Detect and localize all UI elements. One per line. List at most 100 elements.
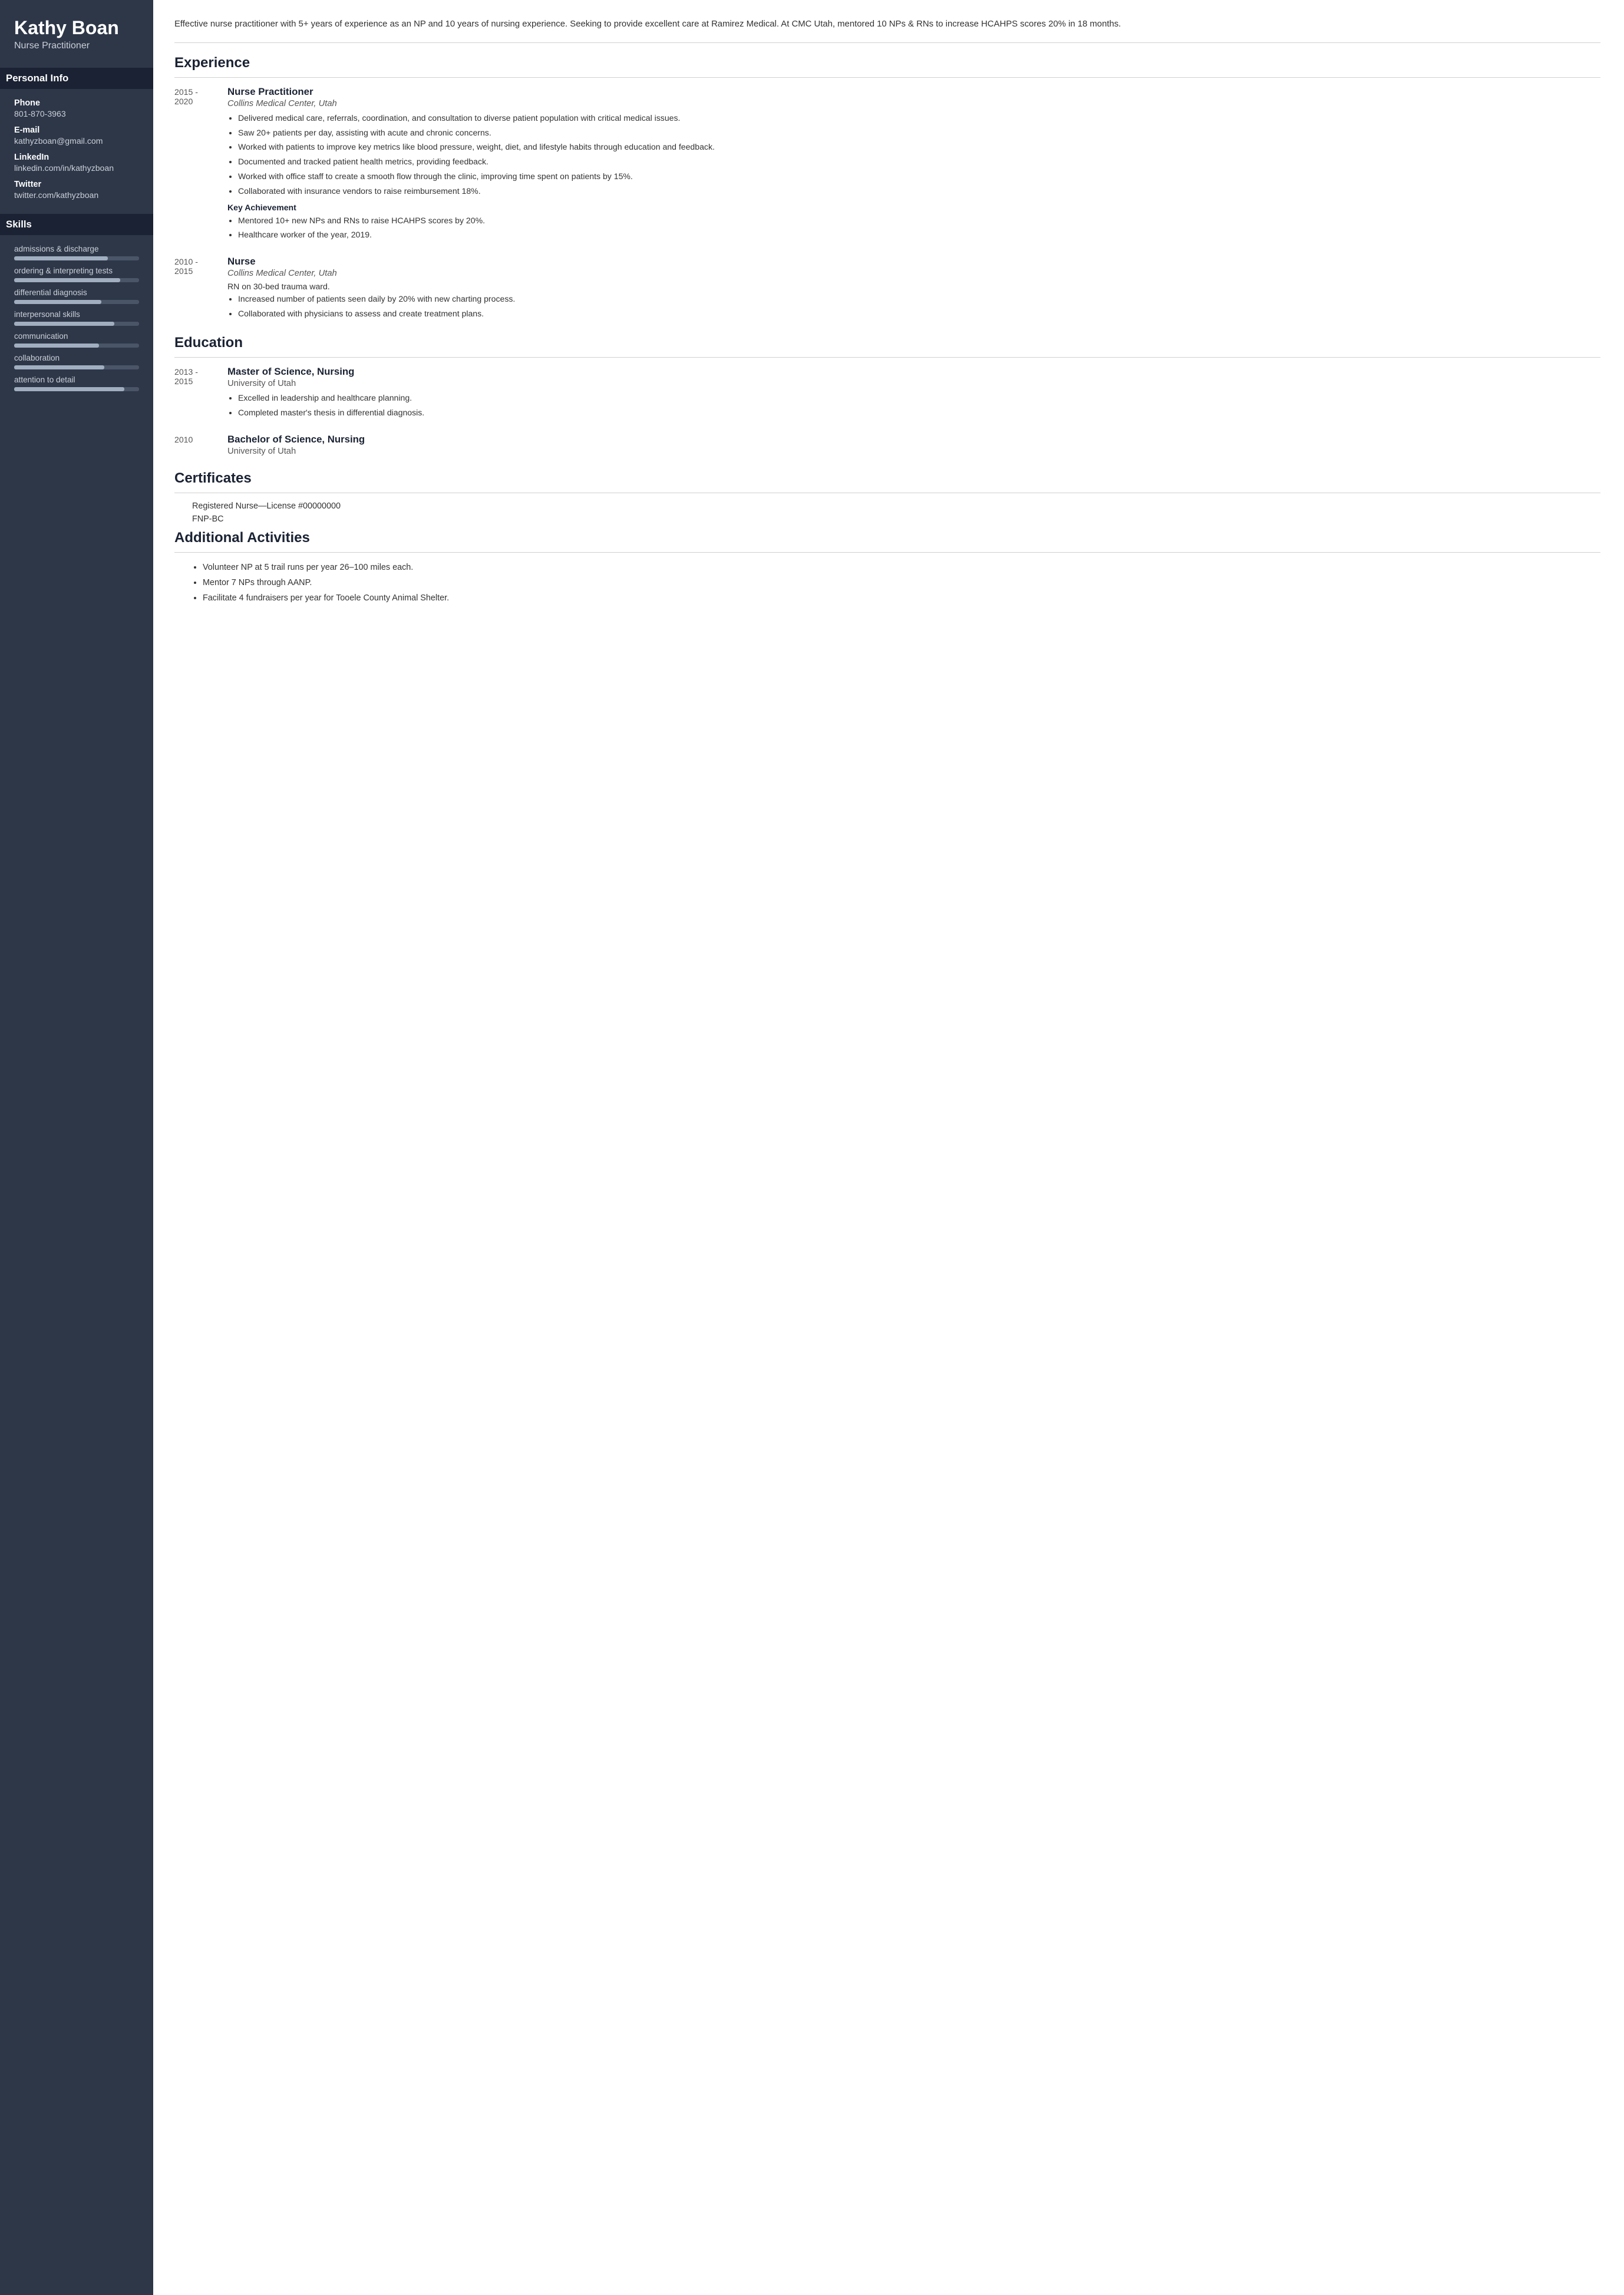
edu-degree: Master of Science, Nursing [227,366,1600,378]
key-achievement-bullets: Mentored 10+ new NPs and RNs to raise HC… [227,214,1600,242]
twitter-field: Twitter twitter.com/kathyzboan [14,180,139,200]
skill-bar-fill [14,387,124,391]
achievement-item: Healthcare worker of the year, 2019. [238,229,1600,242]
exp-bullet-item: Delivered medical care, referrals, coord… [238,112,1600,125]
twitter-value: twitter.com/kathyzboan [14,190,139,200]
exp-bullet-item: Increased number of patients seen daily … [238,293,1600,306]
experience-section-title: Experience [174,55,1600,71]
achievement-item: Mentored 10+ new NPs and RNs to raise HC… [238,214,1600,227]
twitter-label: Twitter [14,180,139,189]
certificate-item: Registered Nurse—License #00000000 [192,501,1600,511]
skill-name: admissions & discharge [14,245,139,253]
skills-section: Skills [0,214,153,235]
education-list: 2013 - 2015Master of Science, NursingUni… [174,366,1600,460]
skill-item: communication [14,332,139,348]
edu-school: University of Utah [227,447,1600,456]
skill-item: collaboration [14,354,139,369]
skill-name: ordering & interpreting tests [14,266,139,275]
activity-item: Facilitate 4 fundraisers per year for To… [203,592,1600,605]
education-section-title: Education [174,335,1600,351]
exp-bullet-item: Worked with office staff to create a smo… [238,170,1600,183]
linkedin-label: LinkedIn [14,153,139,162]
skill-bar-fill [14,344,99,348]
edu-date: 2013 - 2015 [174,366,216,423]
edu-date: 2010 [174,434,216,460]
exp-content: NurseCollins Medical Center, Utah RN on 3… [227,256,1600,324]
skill-bar-fill [14,300,101,304]
skill-bar-background [14,256,139,260]
exp-bullets: Increased number of patients seen daily … [227,293,1600,321]
main-content: Effective nurse practitioner with 5+ yea… [153,0,1624,2295]
activity-item: Mentor 7 NPs through AANP. [203,576,1600,589]
summary: Effective nurse practitioner with 5+ yea… [174,18,1600,43]
skill-bar-fill [14,365,104,369]
skill-name: interpersonal skills [14,310,139,319]
exp-bullets: Delivered medical care, referrals, coord… [227,112,1600,198]
sidebar-name: Kathy Boan [14,18,139,38]
sidebar-title: Nurse Practitioner [14,41,139,51]
skill-bar-fill [14,256,108,260]
exp-content: Nurse PractitionerCollins Medical Center… [227,86,1600,246]
exp-job-title: Nurse [227,256,1600,268]
skill-bar-background [14,300,139,304]
edu-bullets: Excelled in leadership and healthcare pl… [227,392,1600,420]
exp-bullet-item: Documented and tracked patient health me… [238,156,1600,169]
edu-bullet-item: Completed master's thesis in differentia… [238,407,1600,420]
edu-content: Bachelor of Science, Nursing University o… [227,434,1600,460]
skill-name: communication [14,332,139,341]
exp-desc: RN on 30-bed trauma ward. [227,282,1600,291]
activities-section-title: Additional Activities [174,530,1600,546]
experience-item: 2015 - 2020 Nurse PractitionerCollins Med… [174,86,1600,246]
email-label: E-mail [14,126,139,135]
linkedin-field: LinkedIn linkedin.com/in/kathyzboan [14,153,139,173]
exp-company: Collins Medical Center, Utah [227,269,1600,278]
activity-item: Volunteer NP at 5 trail runs per year 26… [203,561,1600,574]
skill-bar-fill [14,278,120,282]
linkedin-value: linkedin.com/in/kathyzboan [14,163,139,173]
skill-bar-background [14,365,139,369]
experience-divider [174,77,1600,78]
skill-bar-fill [14,322,114,326]
phone-label: Phone [14,98,139,108]
education-divider [174,357,1600,358]
exp-bullet-item: Collaborated with insurance vendors to r… [238,185,1600,198]
skill-name: differential diagnosis [14,288,139,297]
exp-bullet-item: Worked with patients to improve key metr… [238,141,1600,154]
experience-list: 2015 - 2020Nurse PractitionerCollins Med… [174,86,1600,324]
education-item: 2010 Bachelor of Science, Nursing Universi… [174,434,1600,460]
experience-item: 2010 - 2015 NurseCollins Medical Center, … [174,256,1600,324]
certificates-section-title: Certificates [174,470,1600,487]
exp-company: Collins Medical Center, Utah [227,99,1600,108]
exp-bullet-item: Saw 20+ patients per day, assisting with… [238,127,1600,140]
edu-school: University of Utah [227,379,1600,388]
edu-content: Master of Science, NursingUniversity of … [227,366,1600,423]
certificates-list: Registered Nurse—License #00000000 FNP-BC [174,501,1600,524]
sidebar: Kathy Boan Nurse Practitioner Personal I… [0,0,153,2295]
edu-bullet-item: Excelled in leadership and healthcare pl… [238,392,1600,405]
certificate-item: FNP-BC [192,514,1600,524]
skills-list: admissions & discharge ordering & interpr… [14,245,139,391]
skill-item: attention to detail [14,375,139,391]
skill-item: interpersonal skills [14,310,139,326]
skill-item: ordering & interpreting tests [14,266,139,282]
phone-value: 801-870-3963 [14,109,139,118]
skill-bar-background [14,322,139,326]
personal-info-section: Personal Info [0,68,153,89]
education-item: 2013 - 2015 Master of Science, NursingUni… [174,366,1600,423]
skill-bar-background [14,278,139,282]
exp-job-title: Nurse Practitioner [227,86,1600,98]
skill-bar-background [14,344,139,348]
skill-item: admissions & discharge [14,245,139,260]
skill-item: differential diagnosis [14,288,139,304]
email-value: kathyzboan@gmail.com [14,136,139,146]
exp-bullet-item: Collaborated with physicians to assess a… [238,308,1600,321]
exp-date: 2015 - 2020 [174,86,216,246]
email-field: E-mail kathyzboan@gmail.com [14,126,139,146]
edu-degree: Bachelor of Science, Nursing [227,434,1600,445]
key-achievement-label: Key Achievement [227,203,1600,212]
activities-list: Volunteer NP at 5 trail runs per year 26… [192,561,1600,605]
skill-bar-background [14,387,139,391]
activities-divider [174,552,1600,553]
skill-name: attention to detail [14,375,139,384]
exp-date: 2010 - 2015 [174,256,216,324]
